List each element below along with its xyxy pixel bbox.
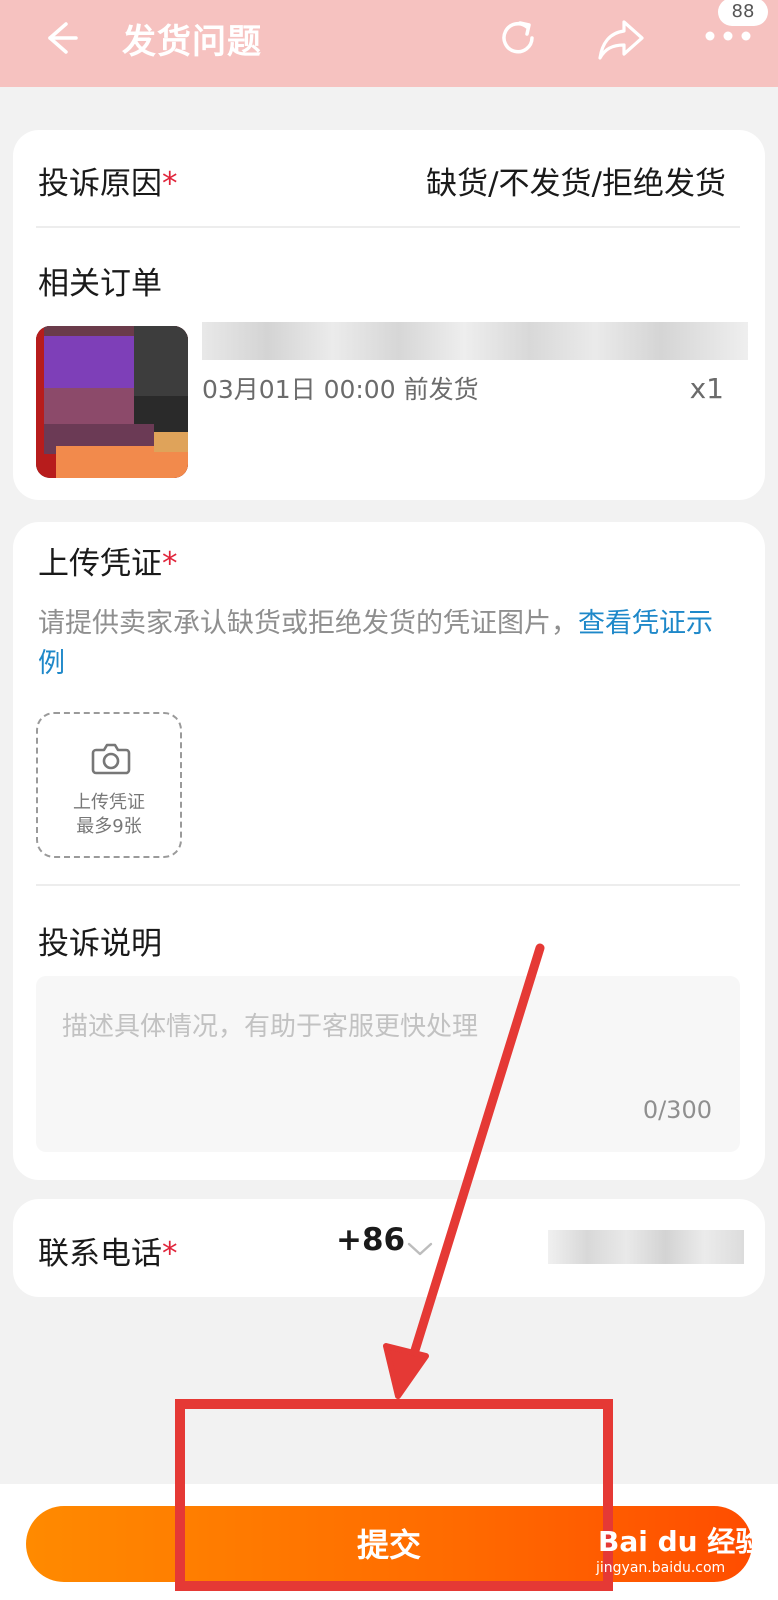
textarea-placeholder: 描述具体情况，有助于客服更快处理	[62, 1012, 479, 1042]
char-counter: 0/300	[642, 1096, 712, 1124]
complaint-desc-label: 投诉说明	[38, 926, 162, 962]
share-icon[interactable]	[596, 16, 646, 62]
divider	[36, 884, 740, 886]
upload-image-button[interactable]: 上传凭证 最多9张	[36, 712, 182, 858]
more-icon[interactable]	[704, 26, 752, 46]
top-app-bar	[0, 0, 778, 87]
phone-label: 联系电话*	[38, 1236, 178, 1272]
complaint-reason-value[interactable]: 缺货/不发货/拒绝发货	[426, 158, 726, 203]
product-thumbnail	[36, 326, 188, 478]
camera-icon	[91, 743, 131, 775]
upload-proof-hint: 请提供卖家承认缺货或拒绝发货的凭证图片，查看凭证示例	[38, 608, 713, 679]
upload-proof-label: 上传凭证*	[38, 546, 178, 582]
chevron-down-icon[interactable]	[406, 1240, 434, 1258]
upload-box-line1: 上传凭证	[73, 792, 145, 813]
message-count-badge: 88	[718, 0, 768, 26]
baidu-watermark-url: jingyan.baidu.com	[596, 1560, 726, 1576]
country-code[interactable]: +86	[336, 1222, 405, 1258]
upload-box-line2: 最多9张	[76, 816, 142, 837]
baidu-watermark: Bai du 经验	[598, 1525, 764, 1558]
product-name-redacted	[202, 322, 748, 360]
annotation-arrowhead	[383, 1343, 429, 1399]
complaint-reason-label: 投诉原因*	[38, 166, 178, 202]
back-arrow-icon[interactable]	[36, 16, 80, 60]
page-title: 发货问题	[122, 22, 262, 62]
phone-number-redacted[interactable]	[548, 1230, 744, 1264]
order-quantity: x1	[689, 372, 724, 405]
refresh-icon[interactable]	[494, 14, 542, 62]
complaint-desc-textarea[interactable]: 描述具体情况，有助于客服更快处理 0/300	[36, 976, 740, 1152]
ship-deadline: 03月01日 00:00 前发货	[202, 375, 479, 404]
divider	[36, 226, 740, 228]
related-order-label: 相关订单	[38, 266, 162, 302]
